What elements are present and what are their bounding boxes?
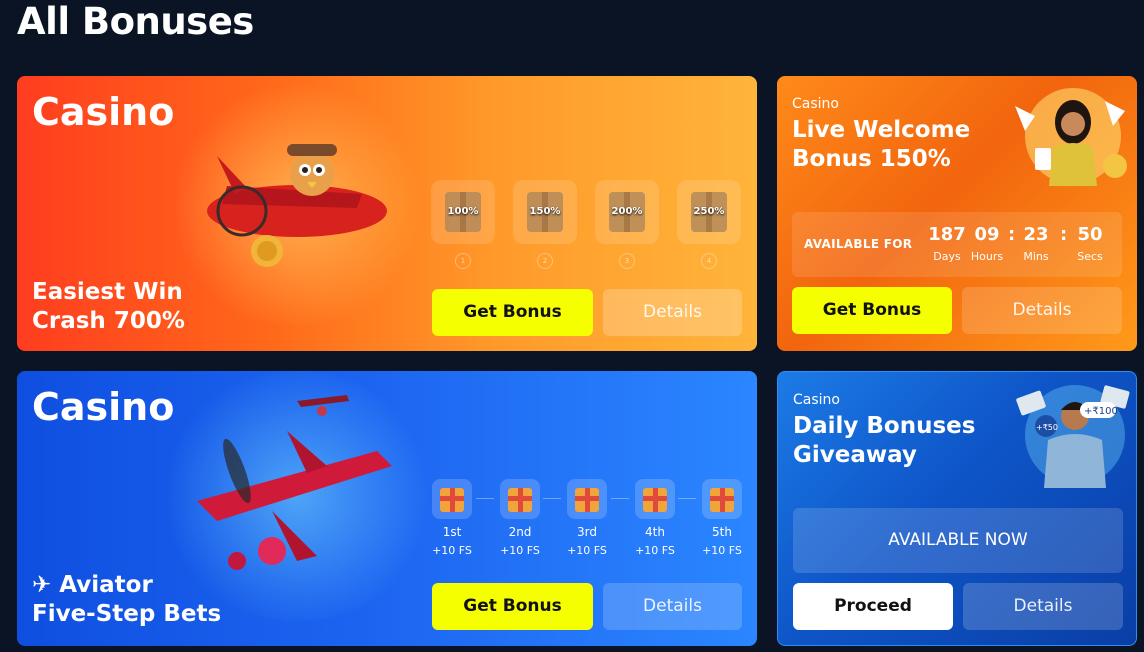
card-title-line-2: Giveaway xyxy=(793,442,917,468)
card-name-line-2: Five-Step Bets xyxy=(32,601,222,627)
gift-icon xyxy=(432,479,472,519)
aviator-plane-art xyxy=(197,395,392,570)
step-5: 5th +10 FS xyxy=(702,479,742,557)
bonus-card-live-welcome: Casino Live Welcome Bonus 150% AVAILABLE… xyxy=(777,76,1137,351)
get-bonus-button[interactable]: Get Bonus xyxy=(792,287,952,334)
card-title-line-1: Live Welcome xyxy=(792,117,971,143)
giveaway-man-art: +₹100 +₹50 xyxy=(1016,385,1130,488)
timer-separator: : xyxy=(1060,224,1068,245)
step-3: 3rd +10 FS xyxy=(567,479,607,557)
step-connector xyxy=(678,498,696,499)
available-for-label: AVAILABLE FOR xyxy=(804,237,913,251)
details-button[interactable]: Details xyxy=(963,583,1123,630)
get-bonus-button[interactable]: Get Bonus xyxy=(432,583,593,630)
gift-icon xyxy=(702,479,742,519)
timer-mins: 23 xyxy=(1023,224,1049,245)
airplane-icon: ✈ xyxy=(32,572,52,598)
card-title: Live Welcome Bonus 150% xyxy=(792,116,970,174)
details-button[interactable]: Details xyxy=(603,583,742,630)
crash-plane-art xyxy=(207,144,387,267)
card-name-text: Aviator xyxy=(59,572,153,598)
art-badge-100: +₹100 xyxy=(1084,406,1118,417)
card-name-line-1: ✈ Aviator xyxy=(32,571,221,600)
gift-icon xyxy=(500,479,540,519)
card-name-line-1: Easiest Win xyxy=(32,279,183,305)
timer-secs: 50 xyxy=(1077,224,1103,245)
timer-secs-label: Secs xyxy=(1077,250,1103,263)
card-category: Casino xyxy=(793,392,840,408)
timer-days: 187 xyxy=(928,224,966,245)
step-4: 4th +10 FS xyxy=(635,479,675,557)
gift-icon xyxy=(635,479,675,519)
gift-tier-3: 200% xyxy=(595,180,659,244)
art-badge-50: +₹50 xyxy=(1036,423,1058,432)
gift-number: 2 xyxy=(537,253,553,269)
card-category: Casino xyxy=(792,96,839,112)
timer-days-label: Days xyxy=(933,250,961,263)
countdown-timer: AVAILABLE FOR 187 Days 09 Hours : 23 Min… xyxy=(792,212,1122,277)
gift-icon xyxy=(567,479,607,519)
proceed-button[interactable]: Proceed xyxy=(793,583,953,630)
bonus-card-aviator: Casino ✈ Aviator Five-Step Bets 1st +10 F… xyxy=(17,371,757,646)
bonus-card-daily-giveaway: +₹100 +₹50 Casino Daily Bonuses Giveaway… xyxy=(777,371,1137,646)
details-button[interactable]: Details xyxy=(962,287,1122,334)
card-title-line-2: Bonus 150% xyxy=(792,146,951,172)
timer-separator: : xyxy=(1008,224,1016,245)
step-connector xyxy=(611,498,629,499)
card-name-line-2: Crash 700% xyxy=(32,308,185,334)
timer-mins-label: Mins xyxy=(1023,250,1049,263)
timer-hours-label: Hours xyxy=(970,250,1004,263)
card-category: Casino xyxy=(32,385,175,429)
page-title: All Bonuses xyxy=(17,0,254,43)
bonus-card-crash: Casino Easiest Win Crash 700% 100% 150% … xyxy=(17,76,757,351)
step-1: 1st +10 FS xyxy=(432,479,472,557)
details-button[interactable]: Details xyxy=(603,289,742,336)
step-2: 2nd +10 FS xyxy=(500,479,540,557)
step-connector xyxy=(476,498,494,499)
gift-number: 1 xyxy=(455,253,471,269)
gift-number: 4 xyxy=(701,253,717,269)
available-now-status: AVAILABLE NOW xyxy=(793,508,1123,573)
card-title-line-1: Daily Bonuses xyxy=(793,413,976,439)
card-name: ✈ Aviator Five-Step Bets xyxy=(32,571,221,629)
card-category: Casino xyxy=(32,90,175,134)
card-title: Daily Bonuses Giveaway xyxy=(793,412,975,470)
gift-number: 3 xyxy=(619,253,635,269)
gift-tier-4: 250% xyxy=(677,180,741,244)
card-name: Easiest Win Crash 700% xyxy=(32,278,185,336)
step-connector xyxy=(543,498,561,499)
live-dealer-art xyxy=(1015,88,1127,186)
gift-tier-1: 100% xyxy=(431,180,495,244)
timer-hours: 09 xyxy=(974,224,1000,245)
gift-tier-2: 150% xyxy=(513,180,577,244)
get-bonus-button[interactable]: Get Bonus xyxy=(432,289,593,336)
